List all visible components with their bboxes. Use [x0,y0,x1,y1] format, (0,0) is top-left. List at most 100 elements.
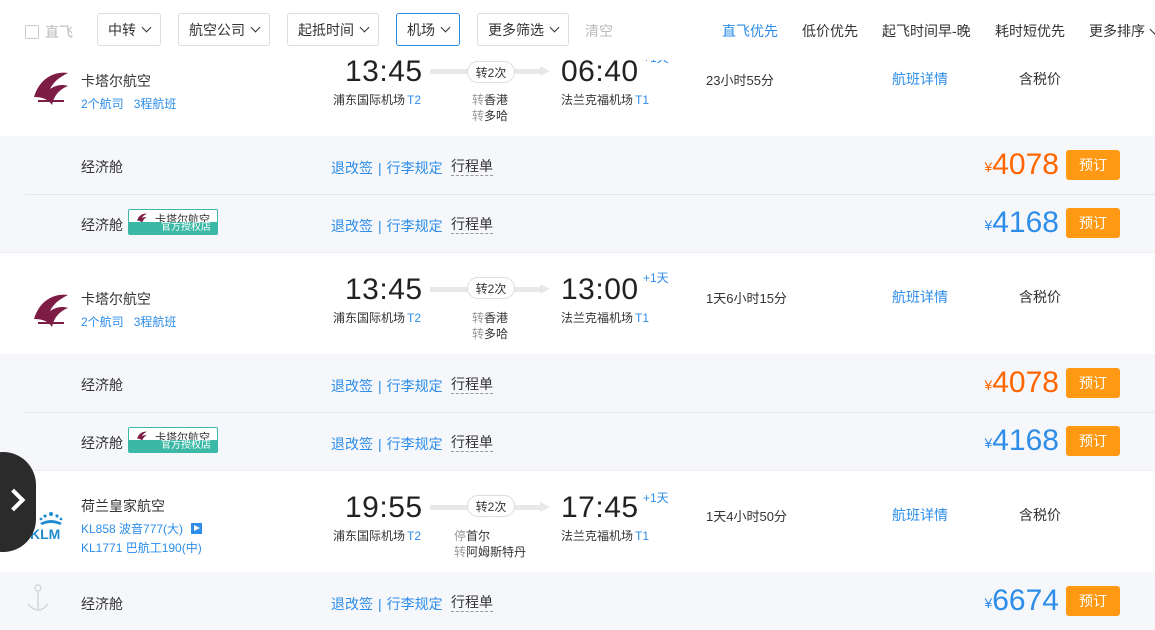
stops-badge[interactable]: 转2次 [467,61,515,83]
change-rules-link[interactable]: 退改签 [331,160,373,176]
fare-price: ¥4078 [984,148,1059,181]
sort-departure-time[interactable]: 起飞时间早-晚 [882,21,971,41]
plus-day: +1天 [643,271,669,285]
departure-time: 13:45 [345,273,423,306]
route-arrow [540,502,550,512]
arrival-airport: 法兰克福机场 T1 [561,311,650,325]
change-rules-link[interactable]: 退改签 [331,218,373,234]
legs-count[interactable]: 3程航班 [134,97,177,111]
clear-filters-button[interactable]: 清空 [585,21,613,41]
checkbox-icon[interactable] [25,25,39,39]
duration: 23小时55分 [706,73,774,88]
chevron-down-icon [549,22,560,33]
cabin-class: 经济舱 [81,435,123,451]
baggage-rules-link[interactable]: 行李规定 [387,596,443,612]
tax-included-label: 含税价 [1019,507,1061,523]
book-button[interactable]: 预订 [1066,426,1120,456]
fare-rules: 退改签 | 行李规定 [331,436,443,452]
baggage-rules-link[interactable]: 行李规定 [387,436,443,452]
duration: 1天6小时15分 [706,291,787,306]
arrival-time: 13:00 [561,273,639,306]
via-stop-2: 转多哈 [472,327,509,341]
time-filter[interactable]: 起抵时间 [287,13,379,46]
flight-number-2[interactable]: KL1771 巴航工190(中) [81,539,202,556]
change-rules-link[interactable]: 退改签 [331,596,373,612]
official-store-badge: 卡塔尔航空 官方授权店 [128,209,218,235]
side-expand-button[interactable] [0,452,36,552]
departure-time: 13:45 [345,55,423,88]
cabin-class: 经济舱 [81,217,123,233]
fare-rules: 退改签 | 行李规定 [331,378,443,394]
baggage-rules-link[interactable]: 行李规定 [387,218,443,234]
flight-number-1[interactable]: KL858 波音777(大) [81,520,203,537]
baggage-rules-link[interactable]: 行李规定 [387,378,443,394]
change-rules-link[interactable]: 退改签 [331,378,373,394]
airline-filter[interactable]: 航空公司 [178,13,270,46]
legs-count[interactable]: 3程航班 [134,315,177,329]
more-sort-options[interactable]: 更多排序 [1089,21,1155,41]
book-button[interactable]: 预订 [1066,208,1120,238]
fare-rules: 退改签 | 行李规定 [331,160,443,176]
baggage-rules-link[interactable]: 行李规定 [387,160,443,176]
more-filters[interactable]: 更多筛选 [477,13,569,46]
flight-detail-link[interactable]: 航班详情 [892,505,948,525]
itinerary-link[interactable]: 行程单 [451,216,493,234]
badge-label: 官方授权店 [129,440,217,452]
itinerary-link[interactable]: 行程单 [451,376,493,394]
via-stop-2: 转多哈 [472,109,509,123]
direct-only-label: 直飞 [45,24,73,40]
via-stop-1: 转香港 [472,93,509,107]
book-button[interactable]: 预订 [1066,368,1120,398]
fare-row: 经济舱 卡塔尔航空 官方授权店 退改签 | 行李规定 行程单 ¥4168 预订 [0,194,1155,252]
fare-price: ¥6674 [984,584,1059,617]
arrival-time: 06:40 [561,55,639,88]
itinerary-link[interactable]: 行程单 [451,434,493,452]
book-button[interactable]: 预订 [1066,586,1120,616]
flight-detail-link[interactable]: 航班详情 [892,287,948,307]
qatar-airways-logo [34,72,68,105]
departure-airport: 浦东国际机场 T2 [333,311,422,325]
fare-price: ¥4078 [984,366,1059,399]
sort-direct-first[interactable]: 直飞优先 [722,21,778,41]
aircraft-info-icon[interactable] [191,523,203,534]
cabin-class: 经济舱 [81,377,123,393]
carriers-count[interactable]: 2个航司 [81,97,124,111]
via-stop-1: 转香港 [472,311,509,325]
filter-bar: 直飞 中转 航空公司 起抵时间 机场 更多筛选 清空 直飞优先 低价优先 起飞时… [0,0,1155,60]
airline-subinfo[interactable]: 2个航司 3程航班 [81,313,186,330]
itinerary-link[interactable]: 行程单 [451,158,493,176]
fare-row: 经济舱 卡塔尔航空 官方授权店 退改签 | 行李规定 行程单 ¥4168 预订 [0,412,1155,470]
flight-detail-link[interactable]: 航班详情 [892,69,948,89]
departure-time: 19:55 [345,491,423,524]
chevron-down-icon [250,22,261,33]
cabin-class: 经济舱 [81,596,123,612]
fare-price: ¥4168 [984,424,1059,457]
fare-rules: 退改签 | 行李规定 [331,218,443,234]
airline-name: 卡塔尔航空 [81,73,151,89]
airport-filter[interactable]: 机场 [396,13,460,46]
direct-only-checkbox[interactable]: 直飞 [25,22,73,42]
plus-day: +1天 [643,491,669,505]
itinerary-link[interactable]: 行程单 [451,594,493,612]
sort-lowest-price[interactable]: 低价优先 [802,21,858,41]
chevron-down-icon [440,22,451,33]
departure-airport: 浦东国际机场 T2 [333,529,422,543]
chevron-down-icon [1149,24,1155,35]
sort-shortest-duration[interactable]: 耗时短优先 [995,21,1065,41]
stops-badge[interactable]: 转2次 [467,495,515,517]
carriers-count[interactable]: 2个航司 [81,315,124,329]
change-rules-link[interactable]: 退改签 [331,436,373,452]
transfer-filter[interactable]: 中转 [97,13,161,46]
via-stop-1: 停首尔 [454,529,491,543]
airline-name: 荷兰皇家航空 [81,498,165,514]
cabin-class: 经济舱 [81,159,123,175]
tax-included-label: 含税价 [1019,289,1061,305]
stops-badge[interactable]: 转2次 [467,277,515,299]
arrival-airport: 法兰克福机场 T1 [561,529,650,543]
airline-name: 卡塔尔航空 [81,291,151,307]
book-button[interactable]: 预订 [1066,150,1120,180]
chevron-right-icon [2,488,26,512]
airline-subinfo[interactable]: 2个航司 3程航班 [81,95,186,112]
route-arrow [540,66,550,76]
official-store-badge: 卡塔尔航空 官方授权店 [128,427,218,453]
